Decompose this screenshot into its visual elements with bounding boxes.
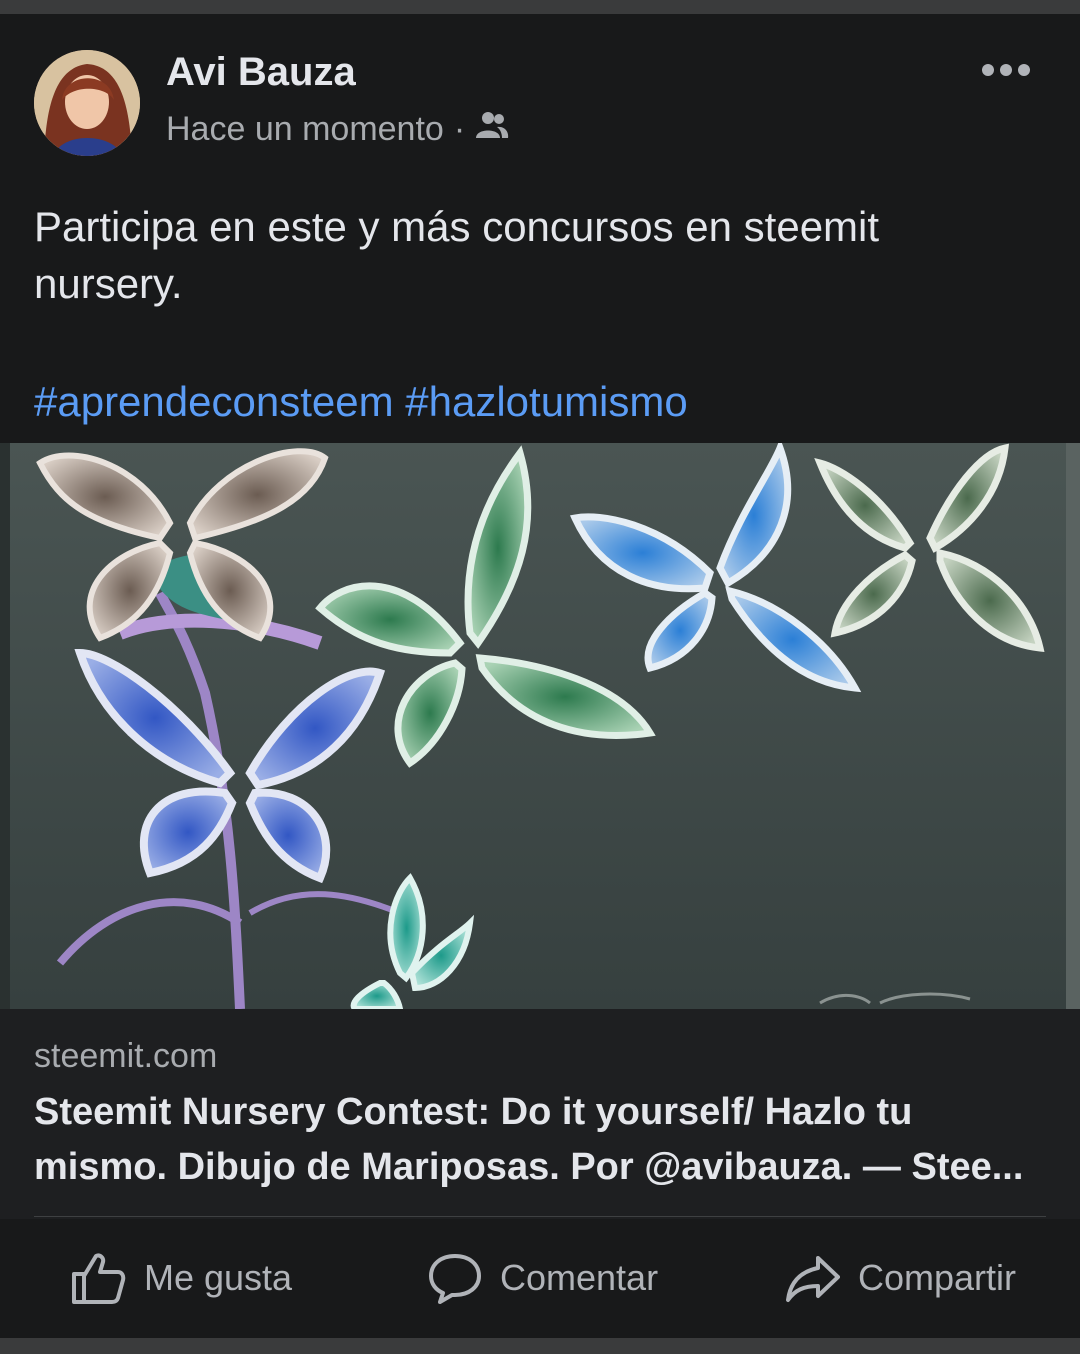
divider [34,1216,1046,1217]
post-image[interactable] [0,443,1080,1009]
post-text-line: nursery. [34,260,183,307]
share-label: Compartir [858,1257,1017,1298]
comment-button[interactable]: Comentar [428,1250,658,1306]
meta-separator: · [453,110,466,148]
more-options-icon[interactable] [982,62,1032,78]
post-card: Avi Bauza Hace un momento · Participa en… [0,14,1080,1338]
friends-icon [475,110,509,149]
post-header: Avi Bauza Hace un momento · [0,14,1080,174]
post-meta: Hace un momento · [166,110,509,149]
hashtag-link[interactable]: #hazlotumismo [405,378,687,425]
link-title-line: Steemit Nursery Contest: Do it yourself/… [34,1091,913,1133]
link-title-line: mismo. Dibujo de Mariposas. Por @avibauz… [34,1146,1024,1188]
link-domain: steemit.com [34,1037,218,1075]
post-actions: Me gusta Comentar Compartir [0,1220,1080,1338]
post-text-line: Participa en este y más concursos en ste… [34,203,880,250]
link-preview[interactable]: steemit.com Steemit Nursery Contest: Do … [0,1009,1080,1219]
post-time[interactable]: Hace un momento [166,110,444,149]
like-label: Me gusta [144,1257,293,1298]
thumbs-up-icon [72,1253,126,1304]
share-button[interactable]: Compartir [786,1250,1016,1306]
link-title: Steemit Nursery Contest: Do it yourself/… [34,1085,1044,1195]
hashtag-link[interactable]: #aprendeconsteem [34,378,394,425]
post-text: Participa en este y más concursos en ste… [34,198,1044,312]
author-name[interactable]: Avi Bauza [166,50,356,95]
avatar[interactable] [34,50,140,156]
like-button[interactable]: Me gusta [70,1250,292,1306]
share-icon [786,1256,840,1302]
comment-label: Comentar [500,1257,659,1298]
comment-icon [429,1254,481,1304]
hashtags: #aprendeconsteem #hazlotumismo [34,378,688,426]
